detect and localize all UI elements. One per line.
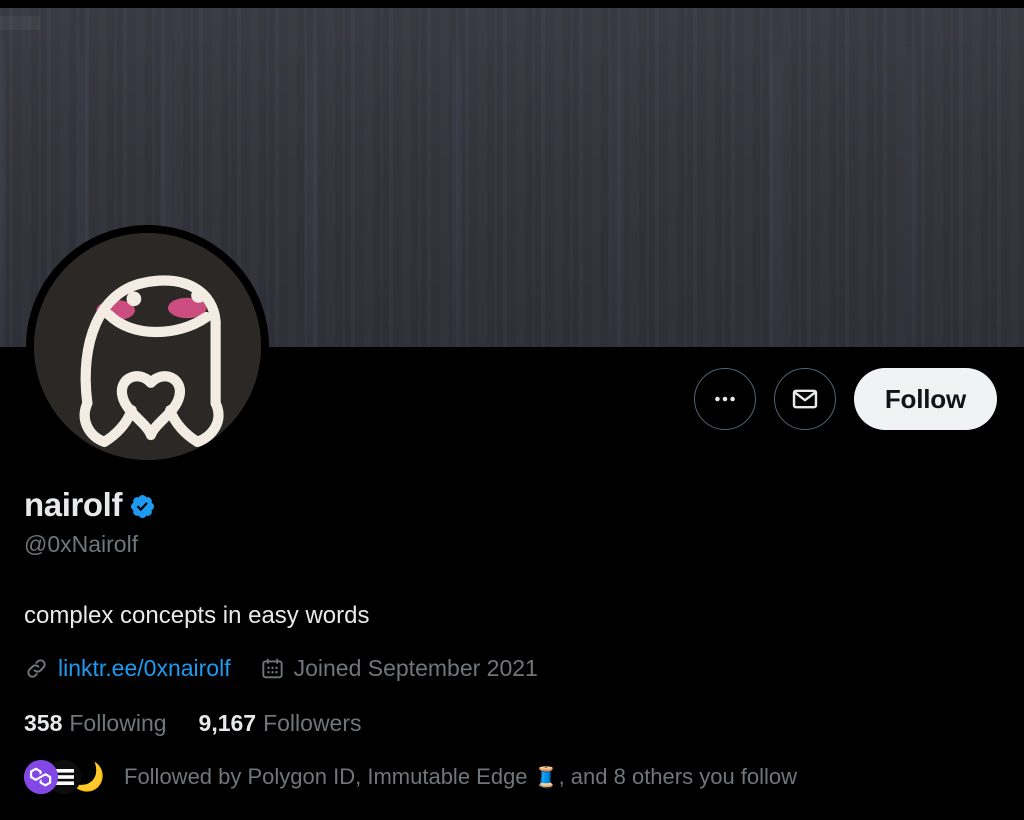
profile-meta: linktr.ee/0xnairolf Joined September 202… (24, 655, 538, 682)
display-name: nairolf (24, 486, 123, 523)
avatar-image (34, 233, 261, 460)
polygon-id-avatar (24, 760, 58, 794)
avatar[interactable] (26, 225, 269, 468)
user-handle: @0xNairolf (24, 530, 139, 557)
followed-by-prefix: Followed by Polygon ID, Immutable Edge (124, 764, 534, 789)
profile-bio: complex concepts in easy words (24, 602, 370, 629)
thread-emoji-icon: 🧵 (533, 767, 559, 789)
top-black-strip (0, 0, 1024, 8)
profile-page: Follow nairolf @0xNairolf complex concep… (0, 0, 1024, 820)
following-label: Following (69, 710, 167, 736)
website-link[interactable]: linktr.ee/0xnairolf (58, 655, 231, 682)
identity-block: nairolf @0xNairolf (24, 486, 156, 560)
message-button[interactable] (773, 368, 836, 430)
flork-doodle-icon (34, 233, 261, 460)
followed-by-facepile: 🌙 (24, 760, 104, 794)
display-name-row: nairolf (24, 486, 156, 524)
profile-actions: Follow (693, 368, 997, 430)
link-icon (27, 659, 46, 678)
followers-count: 9,167 (198, 710, 257, 736)
following-stat[interactable]: 358 Following (24, 710, 167, 737)
followers-label: Followers (263, 710, 362, 736)
follow-button[interactable]: Follow (853, 368, 997, 430)
envelope-icon (792, 389, 818, 409)
following-count: 358 (24, 710, 63, 736)
calendar-icon (261, 658, 283, 679)
followed-by-suffix: , and 8 others you follow (558, 764, 798, 789)
joined-date: Joined September 2021 (293, 655, 538, 681)
followed-by-row[interactable]: 🌙 Followed by Polygon ID, Immutable Edge… (24, 760, 797, 794)
more-options-button[interactable] (693, 368, 756, 430)
profile-stats: 358 Following 9,167 Followers (24, 710, 362, 737)
website-link-item[interactable]: linktr.ee/0xnairolf (24, 655, 231, 682)
followed-by-text: Followed by Polygon ID, Immutable Edge 🧵… (124, 764, 797, 790)
banner-corner-highlight (0, 16, 40, 30)
joined-date-item: Joined September 2021 (260, 655, 538, 682)
more-horizontal-icon (715, 396, 735, 402)
followers-stat[interactable]: 9,167 Followers (199, 710, 362, 737)
polygon-logo-icon (24, 760, 58, 794)
verified-badge-icon (131, 495, 155, 519)
